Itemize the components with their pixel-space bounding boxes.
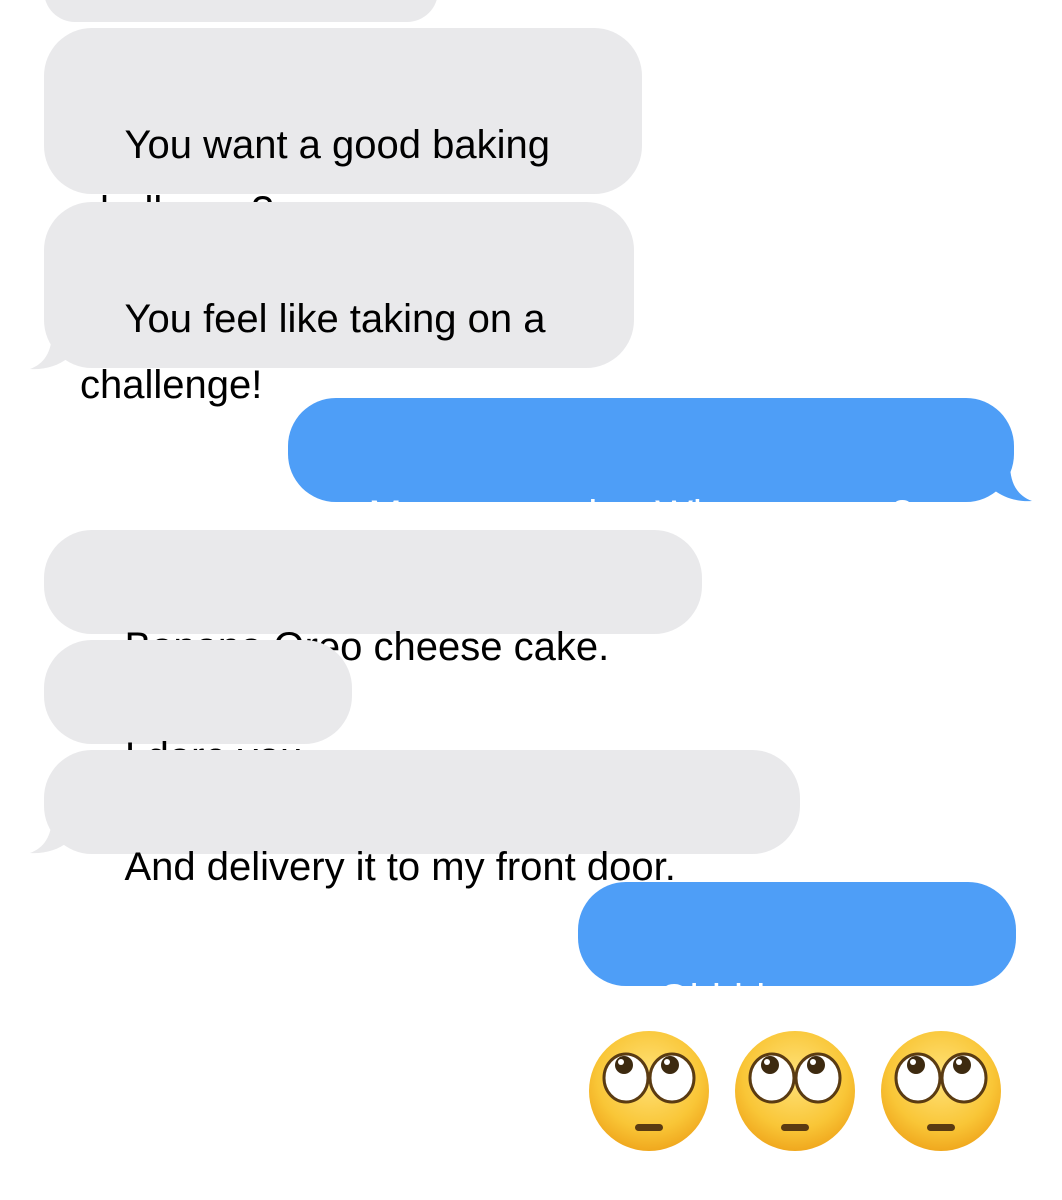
- emoji-message[interactable]: [586, 1028, 1016, 1156]
- message-bubble-incoming[interactable]: And delivery it to my front door.: [44, 750, 800, 889]
- message-bubble-outgoing[interactable]: Ohhhh geeeeeez: [578, 882, 1016, 1021]
- bubble-tail-outgoing: [994, 464, 1032, 502]
- bubble-tail-incoming: [30, 816, 68, 854]
- message-bubble-incoming[interactable]: [44, 0, 438, 22]
- message-text: Ohhhh geeeeeez: [658, 977, 966, 1021]
- message-bubble-incoming[interactable]: You want a good baking challenge?: [44, 28, 642, 233]
- message-thread: You want a good baking challenge? You fe…: [0, 0, 1062, 1200]
- message-bubble-incoming[interactable]: Banana Oreo cheese cake.: [44, 530, 702, 669]
- rolling-eyes-emoji-icon: [878, 1028, 1004, 1154]
- rolling-eyes-emoji-icon: [586, 1028, 712, 1154]
- message-text: And delivery it to my front door.: [124, 845, 676, 889]
- message-bubble-incoming[interactable]: You feel like taking on a challenge!: [44, 202, 634, 407]
- message-bubble-incoming[interactable]: I dare you.: [44, 640, 352, 779]
- message-bubble-outgoing[interactable]: Mmmm maybe. What you got?: [288, 398, 1014, 537]
- bubble-tail-incoming: [30, 332, 68, 370]
- rolling-eyes-emoji-icon: [732, 1028, 858, 1154]
- message-text: You feel like taking on a challenge!: [80, 297, 546, 407]
